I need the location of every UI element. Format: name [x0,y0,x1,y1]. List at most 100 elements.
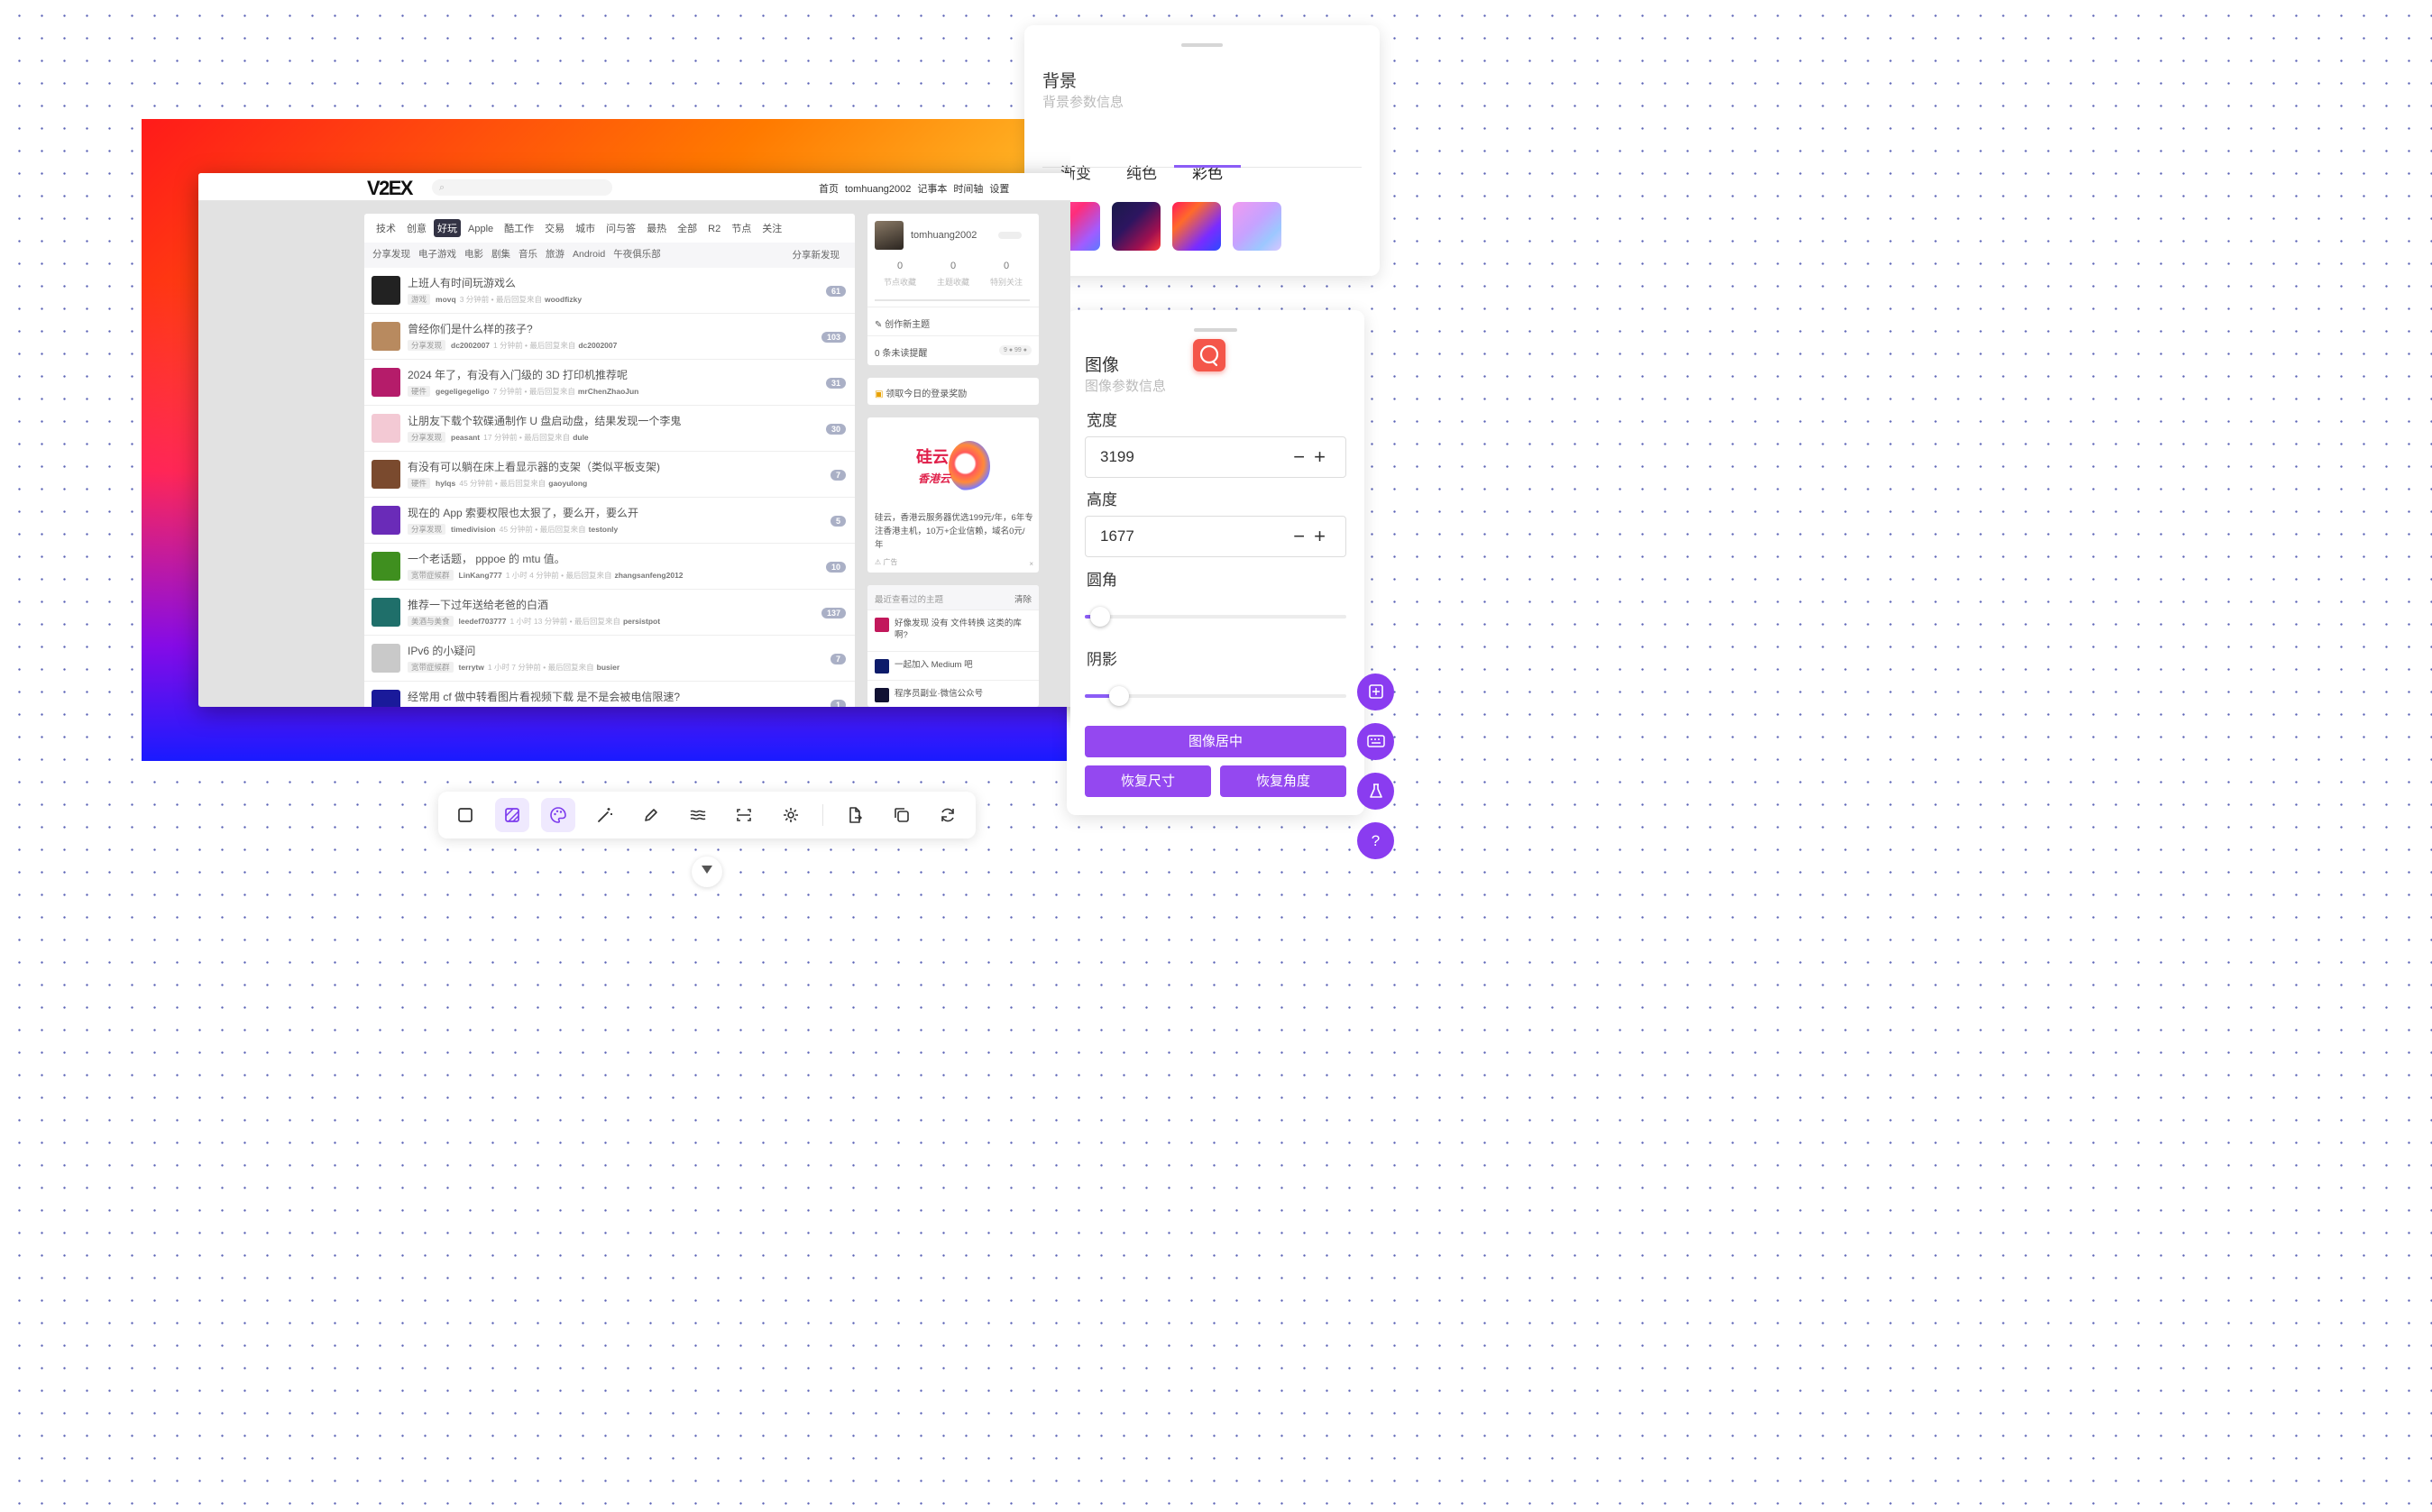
v2ex-tab[interactable]: 最热 [643,219,670,237]
topic-title[interactable]: 2024 年了，有没有入门级的 3D 打印机推荐呢 [408,367,628,382]
v2ex-tab[interactable]: 节点 [728,219,755,237]
topic-last-user[interactable]: persistpot [623,617,660,626]
pen-tool-icon[interactable] [634,798,668,832]
topic-user[interactable]: movq [436,295,456,304]
shadow-slider[interactable] [1085,686,1346,706]
profile-stat[interactable]: 0 节点收藏 [875,261,925,288]
topic-title[interactable]: 让朋友下载个软碟通制作 U 盘启动盘，结果发现一个李鬼 [408,413,681,428]
radius-slider-handle[interactable] [1090,607,1111,627]
reply-count[interactable]: 137 [821,608,846,619]
v2ex-tab[interactable]: 全部 [674,219,701,237]
topic-user[interactable]: leedef703777 [459,617,507,626]
profile-stat[interactable]: 0 主题收藏 [928,261,978,288]
v2ex-nav-1[interactable]: tomhuang2002 [845,184,911,195]
v2ex-tab[interactable]: 交易 [541,219,568,237]
zoom-search-icon[interactable] [1193,339,1225,371]
topic-node[interactable]: 分享发现 [408,340,446,351]
reply-count[interactable]: 7 [830,654,846,664]
v2ex-nav-3[interactable]: 时间轴 [953,184,983,195]
topic-avatar[interactable] [372,644,400,673]
topic-avatar[interactable] [372,460,400,489]
topic-row[interactable]: 2024 年了，有没有入门级的 3D 打印机推荐呢 硬件 gegeligegelig… [364,360,855,406]
recent-item[interactable]: 一起加入 Medium 吧 [867,651,1039,680]
topic-avatar[interactable] [372,552,400,581]
topic-title[interactable]: 有没有可以躺在床上看显示器的支架（类似平板支架) [408,459,660,474]
gear-icon[interactable] [774,798,808,832]
topic-node[interactable]: 游戏 [408,294,431,305]
v2ex-nav-0[interactable]: 首页 [819,184,839,195]
topic-last-user[interactable]: testonly [589,525,619,534]
topic-last-user[interactable]: mrChenZhaoJun [578,387,639,396]
topic-avatar[interactable] [372,276,400,305]
topic-user[interactable]: peasant [451,433,480,442]
color-swatch[interactable] [1112,202,1161,251]
v2ex-subtab[interactable]: Android [573,249,605,260]
topic-title[interactable]: 经常用 cf 做中转看图片看视频下载 是不是会被电信限速? [408,689,680,704]
radius-slider[interactable] [1085,607,1346,627]
topic-last-user[interactable]: dc2002007 [578,341,617,350]
scan-tool-icon[interactable] [727,798,761,832]
v2ex-tab[interactable]: 城市 [572,219,599,237]
topic-title[interactable]: 上班人有时间玩游戏么 [408,275,516,290]
copy-icon[interactable] [885,798,919,832]
panel-handle[interactable] [1181,43,1223,47]
refresh-icon[interactable] [931,798,965,832]
topic-row[interactable]: 上班人有时间玩游戏么 游戏 movq 3 分钟前 • 最后回复来自 woodfizky 6… [364,268,855,314]
v2ex-subtab[interactable]: 电影 [464,249,483,260]
topic-last-user[interactable]: dule [573,433,588,442]
v2ex-tab[interactable]: 创意 [403,219,430,237]
topic-row[interactable]: 经常用 cf 做中转看图片看视频下载 是不是会被电信限速? 1 [364,682,855,707]
v2ex-tab[interactable]: 酷工作 [500,219,537,237]
reply-count[interactable]: 5 [830,516,846,527]
topic-title[interactable]: 曾经你们是什么样的孩子? [408,321,533,336]
collapse-toolbar-button[interactable] [692,857,722,887]
notifications[interactable]: 0 条未读提醒 9 ● 99 ● [867,335,1039,365]
v2ex-nav-4[interactable]: 设置 [989,184,1009,195]
frame-tool-icon[interactable] [448,798,482,832]
v2ex-tab[interactable]: 问与答 [602,219,639,237]
topic-node[interactable]: 美酒与美食 [408,616,454,627]
topic-last-user[interactable]: gaoyulong [548,479,587,488]
reward-link[interactable]: ▣ 领取今日的登录奖励 [867,378,1039,405]
reply-count[interactable]: 31 [825,378,846,389]
v2ex-subtab[interactable]: 分享发现 [372,249,410,260]
v2ex-tab[interactable]: Apple [464,222,497,236]
reply-count[interactable]: 10 [825,562,846,573]
topic-user[interactable]: gegeligegeligo [436,387,490,396]
v2ex-nav-2[interactable]: 记事本 [917,184,947,195]
topic-row[interactable]: IPv6 的小疑问 宽带症候群 terrytw 1 小时 7 分钟前 • 最后回复来自… [364,636,855,682]
topic-row[interactable]: 曾经你们是什么样的孩子? 分享发现 dc2002007 1 分钟前 • 最后回复来自 d… [364,314,855,360]
v2ex-subtab[interactable]: 音乐 [519,249,537,260]
topic-row[interactable]: 推荐一下过年送给老爸的白酒 美酒与美食 leedef703777 1 小时 13 分钟… [364,590,855,636]
topic-avatar[interactable] [372,690,400,707]
topic-user[interactable]: LinKang777 [459,571,502,580]
wave-tool-icon[interactable] [681,798,715,832]
tab-colorful[interactable]: 彩色 [1192,160,1223,183]
topic-title[interactable]: 现在的 App 索要权限也太狠了，要么开，要么开 [408,505,638,520]
topic-row[interactable]: 有没有可以躺在床上看显示器的支架（类似平板支架) 硬件 hylqs 45 分钟前 • … [364,452,855,498]
v2ex-tab[interactable]: 技术 [372,219,399,237]
topic-last-user[interactable]: woodfizky [545,295,582,304]
v2ex-subtab[interactable]: 剧集 [491,249,510,260]
reset-size-button[interactable]: 恢复尺寸 [1085,765,1211,797]
v2ex-tab[interactable]: R2 [704,222,724,236]
width-stepper[interactable]: −+ [1293,437,1335,477]
color-swatch[interactable] [1172,202,1221,251]
topic-avatar[interactable] [372,598,400,627]
topic-avatar[interactable] [372,506,400,535]
panel-handle[interactable] [1194,328,1237,332]
flask-icon[interactable] [1357,773,1394,810]
image-convert-icon[interactable] [1357,674,1394,710]
reply-count[interactable]: 1 [830,700,846,707]
topic-node[interactable]: 分享发现 [408,524,446,535]
topic-node[interactable]: 宽带症候群 [408,570,454,581]
recent-item[interactable]: 好像发现 没有 文件转换 这类的库 啊? [867,609,1039,651]
topic-title[interactable]: 推荐一下过年送给老爸的白酒 [408,597,548,612]
topic-row[interactable]: 让朋友下载个软碟通制作 U 盘启动盘，结果发现一个李鬼 分享发现 peasant 17… [364,406,855,452]
topic-last-user[interactable]: busier [597,663,620,672]
shadow-slider-handle[interactable] [1108,686,1129,706]
reply-count[interactable]: 30 [825,424,846,435]
topic-title[interactable]: 一个老话题， pppoe 的 mtu 值。 [408,551,565,566]
reply-count[interactable]: 61 [825,286,846,297]
topic-user[interactable]: hylqs [436,479,455,488]
